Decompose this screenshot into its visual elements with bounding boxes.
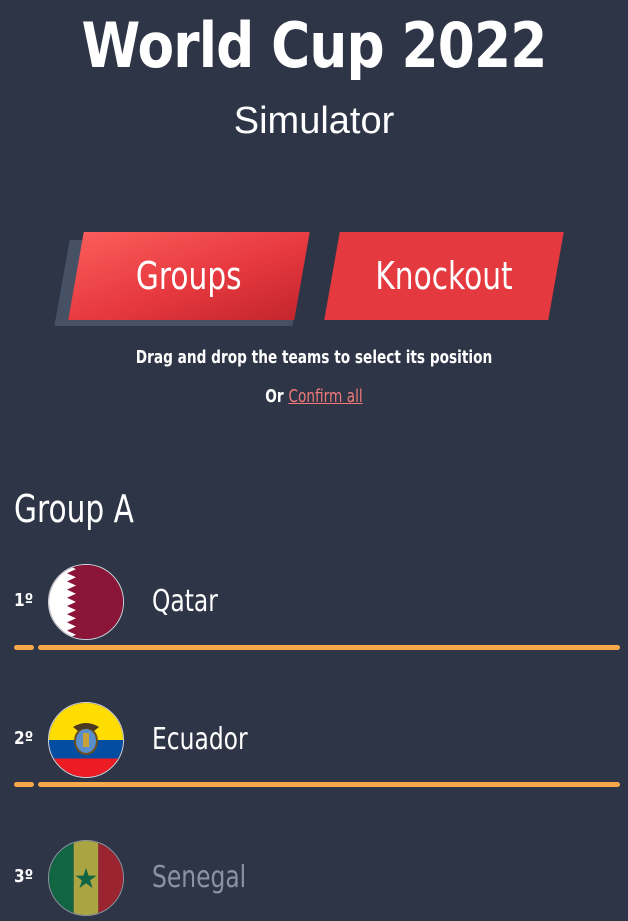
team-position: 2º [14, 728, 34, 749]
team-position: 1º [14, 590, 34, 611]
tab-groups[interactable]: Groups [68, 232, 310, 320]
separator-long [38, 645, 620, 650]
qatar-flag-icon [48, 564, 124, 640]
separator-short [14, 645, 34, 650]
tab-knockout-label: Knockout [375, 254, 513, 298]
confirm-line: Or Confirm all [75, 385, 552, 409]
team-row-ecuador[interactable]: 2º Ecuador [0, 700, 628, 780]
tab-groups-label: Groups [136, 254, 242, 298]
separator-short [14, 782, 34, 787]
team-row-senegal[interactable]: 3º Senegal [0, 838, 628, 918]
page-subtitle: Simulator [233, 100, 395, 142]
tab-knockout[interactable]: Knockout [324, 232, 564, 320]
team-position: 3º [14, 866, 34, 887]
ecuador-flag-icon [48, 702, 124, 778]
team-name: Senegal [152, 860, 247, 895]
team-name: Ecuador [152, 722, 248, 757]
separator-long [38, 782, 620, 787]
confirm-prefix: Or [265, 386, 284, 407]
confirm-all-link[interactable]: Confirm all [288, 386, 362, 407]
senegal-flag-icon [48, 840, 124, 916]
instructions-text: Drag and drop the teams to select its po… [135, 347, 493, 368]
page-title: World Cup 2022 [81, 9, 547, 82]
group-title: Group A [14, 487, 134, 531]
team-row-qatar[interactable]: 1º Qatar [0, 562, 628, 642]
team-name: Qatar [152, 584, 218, 619]
